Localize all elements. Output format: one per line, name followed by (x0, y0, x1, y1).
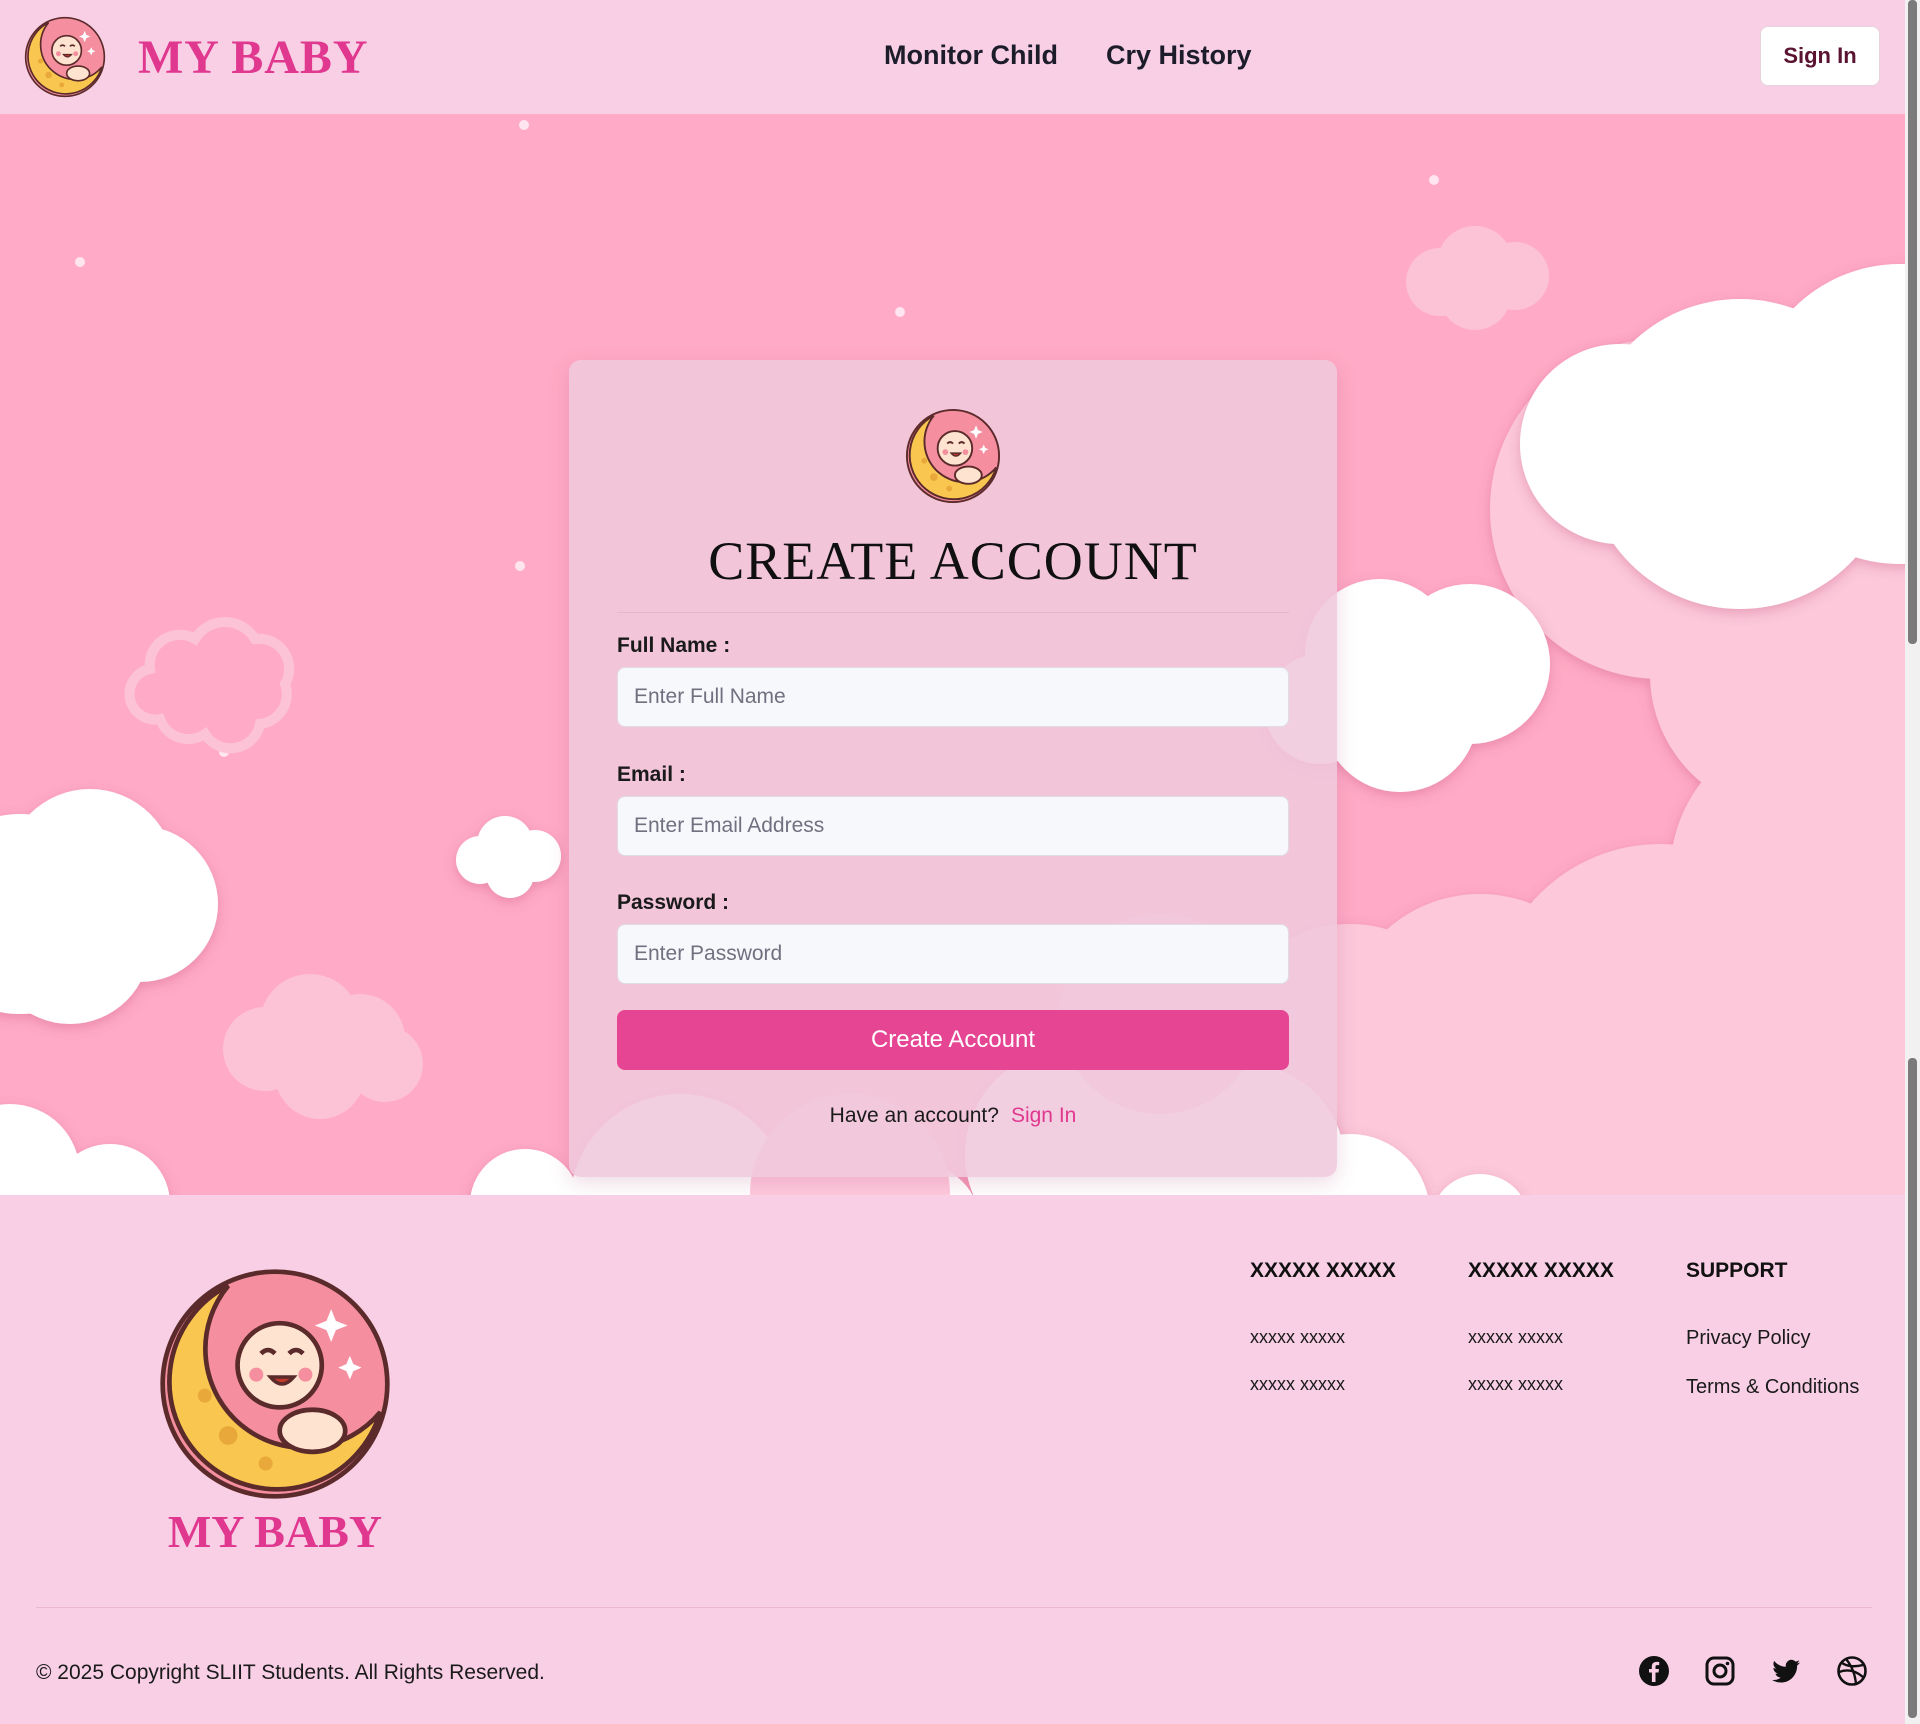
page-scrollbar[interactable] (1905, 0, 1920, 1724)
twitter-icon[interactable] (1770, 1655, 1802, 1687)
nav-cry-history[interactable]: Cry History (1106, 40, 1252, 71)
copyright-text: © 2025 Copyright SLIIT Students. All Rig… (36, 1661, 545, 1684)
password-label: Password : (617, 891, 730, 914)
footer-column-heading: XXXXX XXXXX (1468, 1259, 1614, 1282)
card-divider (617, 612, 1289, 613)
facebook-icon[interactable] (1638, 1655, 1670, 1687)
footer-column-heading: XXXXX XXXXX (1250, 1259, 1396, 1282)
email-input[interactable] (617, 796, 1289, 856)
footer-brand-name: MY BABY (167, 1506, 383, 1557)
full-name-input[interactable] (617, 667, 1289, 727)
card-title: CREATE ACCOUNT (708, 531, 1198, 591)
baby-moon-logo-icon (24, 16, 106, 98)
social-links (1638, 1655, 1868, 1687)
email-label: Email : (617, 763, 686, 786)
have-account-text: Have an account? (829, 1104, 999, 1127)
footer-link[interactable]: xxxxx xxxxx (1468, 1374, 1614, 1395)
create-account-button[interactable]: Create Account (617, 1010, 1289, 1070)
footer-column-heading: SUPPORT (1686, 1259, 1788, 1282)
top-header: MY BABY Monitor Child Cry History Sign I… (0, 0, 1905, 114)
scrollbar-thumb[interactable] (1908, 0, 1917, 644)
brand-logo-link[interactable]: MY BABY (24, 16, 369, 98)
brand-name: MY BABY (138, 30, 369, 84)
footer-link[interactable]: xxxxx xxxxx (1468, 1327, 1614, 1348)
footer-link[interactable]: xxxxx xxxxx (1250, 1374, 1396, 1395)
site-footer: MY BABY XXXXX XXXXX xxxxx xxxxx xxxxx xx… (0, 1195, 1905, 1724)
header-sign-in-button[interactable]: Sign In (1760, 26, 1880, 86)
nav-monitor-child[interactable]: Monitor Child (884, 40, 1058, 71)
full-name-label: Full Name : (617, 634, 731, 657)
privacy-policy-link[interactable]: Privacy Policy (1686, 1327, 1859, 1350)
password-input[interactable] (617, 924, 1289, 984)
scrollbar-thumb-secondary[interactable] (1908, 1058, 1917, 1718)
footer-column-support: SUPPORT Privacy Policy Terms & Condition… (1686, 1259, 1859, 1425)
have-account-row: Have an account? Sign In (569, 1104, 1337, 1128)
baby-moon-logo-icon (158, 1267, 392, 1501)
sign-in-link[interactable]: Sign In (1011, 1104, 1076, 1127)
hero-section: CREATE ACCOUNT Full Name : Email : Passw… (0, 114, 1905, 1195)
create-account-card: CREATE ACCOUNT Full Name : Email : Passw… (569, 360, 1337, 1177)
baby-moon-logo-icon (905, 408, 1001, 504)
footer-divider (36, 1607, 1872, 1608)
footer-column-2: XXXXX XXXXX xxxxx xxxxx xxxxx xxxxx (1468, 1259, 1614, 1421)
main-nav: Monitor Child Cry History (884, 40, 1252, 71)
instagram-icon[interactable] (1704, 1655, 1736, 1687)
footer-column-1: XXXXX XXXXX xxxxx xxxxx xxxxx xxxxx (1250, 1259, 1396, 1421)
footer-link[interactable]: xxxxx xxxxx (1250, 1327, 1396, 1348)
dribbble-icon[interactable] (1836, 1655, 1868, 1687)
terms-conditions-link[interactable]: Terms & Conditions (1686, 1376, 1859, 1399)
